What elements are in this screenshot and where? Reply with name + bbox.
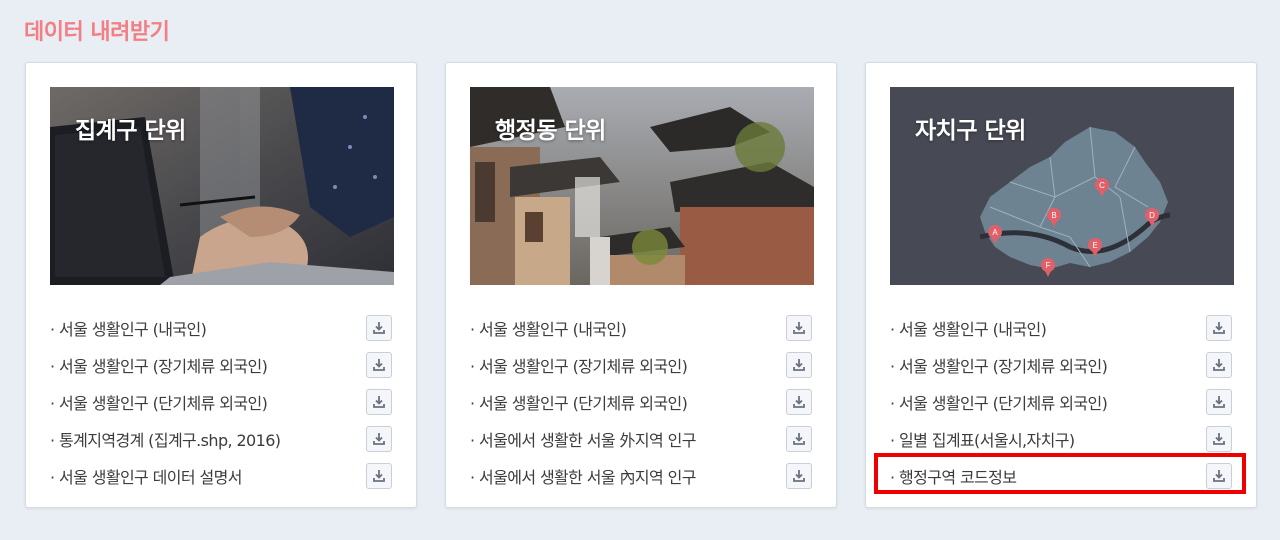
download-button[interactable] (366, 314, 392, 341)
banner-image-hanok: 행정동 단위 (470, 87, 814, 285)
list-item: · 서울 생활인구 (장기체류 외국인) (50, 346, 394, 383)
item-label: · 서울 생활인구 (단기체류 외국인) (890, 393, 1108, 413)
map-marker-label: F (1046, 261, 1051, 270)
card-district: A B C D E F 자치구 단위 · 서울 생활인구 (내국인) · 서울 … (865, 62, 1257, 508)
download-icon (793, 358, 805, 371)
item-label: · 서울 생활인구 (단기체류 외국인) (50, 393, 268, 413)
map-marker-label: B (1051, 211, 1056, 220)
download-icon (373, 358, 385, 371)
list-item: · 일별 집계표(서울시,자치구) (890, 420, 1234, 457)
download-button[interactable] (786, 351, 812, 378)
download-icon (793, 432, 805, 445)
download-icon (1213, 358, 1225, 371)
item-label: · 서울에서 생활한 서울 外지역 인구 (470, 430, 696, 450)
map-marker-label: A (992, 228, 998, 237)
map-marker-label: E (1092, 241, 1097, 250)
map-marker-label: C (1099, 181, 1105, 190)
list-item: · 서울 생활인구 (단기체류 외국인) (470, 383, 814, 420)
list-item: · 서울 생활인구 (내국인) (890, 309, 1234, 346)
item-label: · 서울 생활인구 (내국인) (890, 319, 1047, 339)
download-icon (373, 432, 385, 445)
download-button[interactable] (786, 314, 812, 341)
card-title: 행정동 단위 (495, 118, 606, 144)
download-button[interactable] (1206, 388, 1232, 415)
map-marker-label: D (1149, 211, 1155, 220)
download-button[interactable] (786, 388, 812, 415)
item-label: · 서울에서 생활한 서울 內지역 인구 (470, 467, 696, 487)
download-button[interactable] (1206, 351, 1232, 378)
download-icon (1213, 432, 1225, 445)
download-icon (373, 321, 385, 334)
download-icon (793, 321, 805, 334)
item-label: · 서울 생활인구 (장기체류 외국인) (890, 356, 1108, 376)
list-item: · 서울 생활인구 (단기체류 외국인) (890, 383, 1234, 420)
item-label: · 서울 생활인구 데이터 설명서 (50, 467, 242, 487)
section-title: 데이터 내려받기 (24, 20, 170, 45)
item-label: · 서울 생활인구 (내국인) (470, 319, 627, 339)
download-icon (793, 395, 805, 408)
banner-image-seoul-map: A B C D E F 자치구 단위 (890, 87, 1234, 285)
download-icon (1213, 321, 1225, 334)
download-icon (373, 469, 385, 482)
item-label: · 서울 생활인구 (단기체류 외국인) (470, 393, 688, 413)
download-button[interactable] (1206, 314, 1232, 341)
card-census-block: 집계구 단위 · 서울 생활인구 (내국인) · 서울 생활인구 (장기체류 외… (25, 62, 417, 508)
item-label: · 서울 생활인구 (장기체류 외국인) (470, 356, 688, 376)
item-label: · 서울 생활인구 (장기체류 외국인) (50, 356, 268, 376)
list-item: · 통계지역경계 (집계구.shp, 2016) (50, 420, 394, 457)
list-item: · 서울 생활인구 (장기체류 외국인) (890, 346, 1234, 383)
item-label: · 일별 집계표(서울시,자치구) (890, 430, 1075, 450)
item-label: · 통계지역경계 (집계구.shp, 2016) (50, 430, 281, 450)
list-item: · 서울 생활인구 (내국인) (470, 309, 814, 346)
list-item: · 서울 생활인구 (내국인) (50, 309, 394, 346)
download-button[interactable] (366, 462, 392, 489)
card-title: 집계구 단위 (75, 118, 186, 144)
highlight-box (874, 453, 1246, 494)
download-button[interactable] (786, 462, 812, 489)
download-button[interactable] (366, 425, 392, 452)
card-title: 자치구 단위 (915, 118, 1026, 144)
download-button[interactable] (786, 425, 812, 452)
download-icon (793, 469, 805, 482)
download-icon (1213, 395, 1225, 408)
card-admin-dong: 행정동 단위 · 서울 생활인구 (내국인) · 서울 생활인구 (장기체류 외… (445, 62, 837, 508)
download-button[interactable] (366, 388, 392, 415)
banner-image-laptop: 집계구 단위 (50, 87, 394, 285)
download-button[interactable] (366, 351, 392, 378)
list-item: · 서울에서 생활한 서울 內지역 인구 (470, 457, 814, 494)
download-icon (373, 395, 385, 408)
list-item: · 서울 생활인구 (장기체류 외국인) (470, 346, 814, 383)
list-item: · 서울 생활인구 데이터 설명서 (50, 457, 394, 494)
list-item: · 서울 생활인구 (단기체류 외국인) (50, 383, 394, 420)
item-label: · 서울 생활인구 (내국인) (50, 319, 207, 339)
list-item: · 서울에서 생활한 서울 外지역 인구 (470, 420, 814, 457)
download-button[interactable] (1206, 425, 1232, 452)
